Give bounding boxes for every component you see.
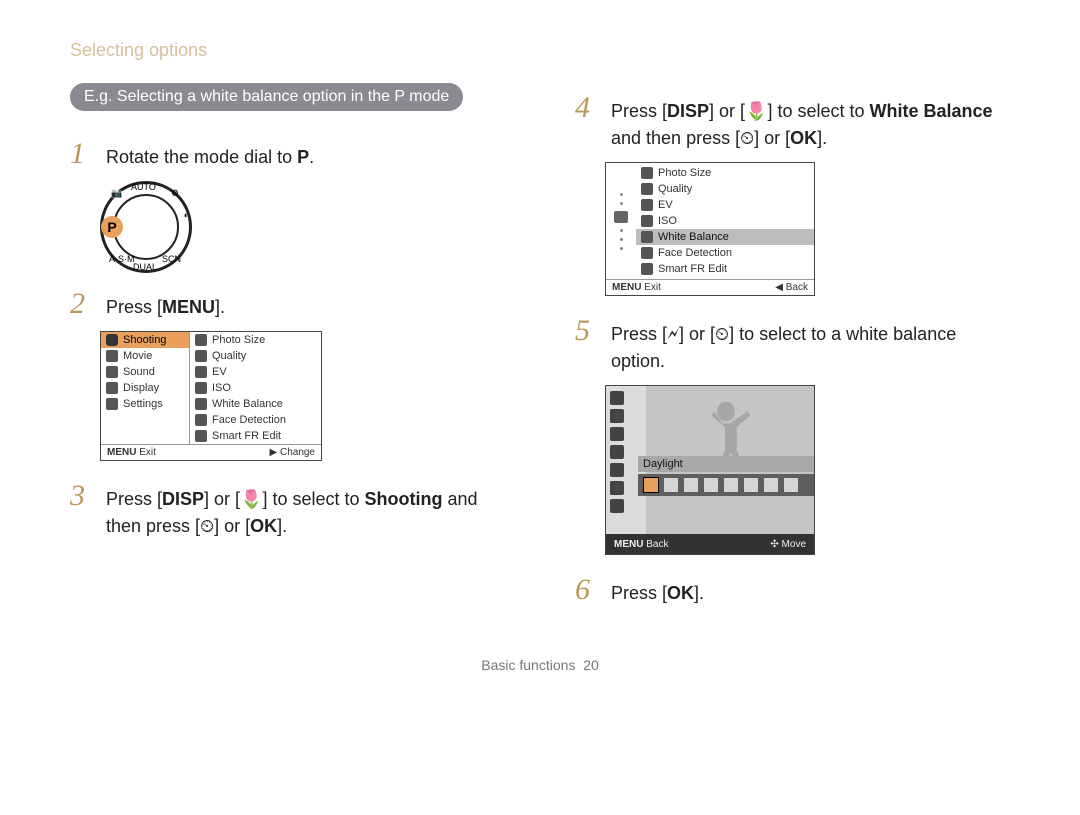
display-icon xyxy=(106,382,118,394)
side-icon xyxy=(610,391,624,405)
side-icon xyxy=(610,445,624,459)
quality-icon xyxy=(195,350,207,362)
photo-size-icon xyxy=(195,334,207,346)
camera-icon xyxy=(614,211,628,223)
menu-panel-step2: Shooting Movie Sound Display Settings Ph… xyxy=(100,331,322,461)
side-icon xyxy=(610,499,624,513)
wb-option-icon xyxy=(664,478,678,492)
wb-icon xyxy=(195,398,207,410)
iso-icon xyxy=(195,382,207,394)
face-icon xyxy=(641,247,653,259)
movie-icon xyxy=(106,350,118,362)
step-number: 1 xyxy=(70,137,96,171)
face-icon xyxy=(195,414,207,426)
wb-panel-step5: Daylight MENU Back ✣ Move xyxy=(605,385,815,555)
quality-icon xyxy=(641,183,653,195)
wb-option-strip xyxy=(638,474,814,496)
iso-icon xyxy=(641,215,653,227)
step-1: 1 Rotate the mode dial to P. xyxy=(70,137,505,171)
photo-size-icon xyxy=(641,167,653,179)
step-text: Press [MENU]. xyxy=(106,294,505,321)
smartfr-icon xyxy=(195,430,207,442)
step-text: Rotate the mode dial to P. xyxy=(106,144,505,171)
step-text: Press [OK]. xyxy=(611,580,1010,607)
breadcrumb: Selecting options xyxy=(70,40,1010,61)
side-icon xyxy=(610,427,624,441)
step-number: 4 xyxy=(575,91,601,125)
side-icon xyxy=(610,481,624,495)
step-6: 6 Press [OK]. xyxy=(575,573,1010,607)
wb-option-icon xyxy=(704,478,718,492)
step-2: 2 Press [MENU]. xyxy=(70,287,505,321)
wb-option-icon xyxy=(744,478,758,492)
mode-dial-figure: P AUTO⚙◐ SCNDUALA·S·M 📷 xyxy=(100,181,192,273)
wb-option-icon xyxy=(724,478,738,492)
mode-dial-p-indicator: P xyxy=(101,216,123,238)
wb-option-icon xyxy=(684,478,698,492)
step-number: 3 xyxy=(70,479,96,513)
step-text: Press [🗲] or [⏲] to select to a white ba… xyxy=(611,321,1010,375)
step-number: 2 xyxy=(70,287,96,321)
wb-option-icon xyxy=(644,478,658,492)
side-icon xyxy=(610,409,624,423)
step-text: Press [DISP] or [🌷] to select to Shootin… xyxy=(106,486,505,540)
example-tag: E.g. Selecting a white balance option in… xyxy=(70,83,463,111)
ev-icon xyxy=(195,366,207,378)
wb-option-icon xyxy=(764,478,778,492)
smartfr-icon xyxy=(641,263,653,275)
wb-selected-label: Daylight xyxy=(638,456,814,472)
ev-icon xyxy=(641,199,653,211)
step-number: 6 xyxy=(575,573,601,607)
sound-icon xyxy=(106,366,118,378)
settings-icon xyxy=(106,398,118,410)
step-4: 4 Press [DISP] or [🌷] to select to White… xyxy=(575,91,1010,152)
wb-option-icon xyxy=(784,478,798,492)
step-number: 5 xyxy=(575,314,601,348)
page-footer: Basic functions 20 xyxy=(70,657,1010,673)
step-5: 5 Press [🗲] or [⏲] to select to a white … xyxy=(575,314,1010,375)
wb-icon xyxy=(641,231,653,243)
step-text: Press [DISP] or [🌷] to select to White B… xyxy=(611,98,1010,152)
step-3: 3 Press [DISP] or [🌷] to select to Shoot… xyxy=(70,479,505,540)
menu-panel-step4: Photo Size Quality EV ISO White Balance … xyxy=(605,162,815,296)
side-icon xyxy=(610,463,624,477)
camera-icon xyxy=(106,334,118,346)
